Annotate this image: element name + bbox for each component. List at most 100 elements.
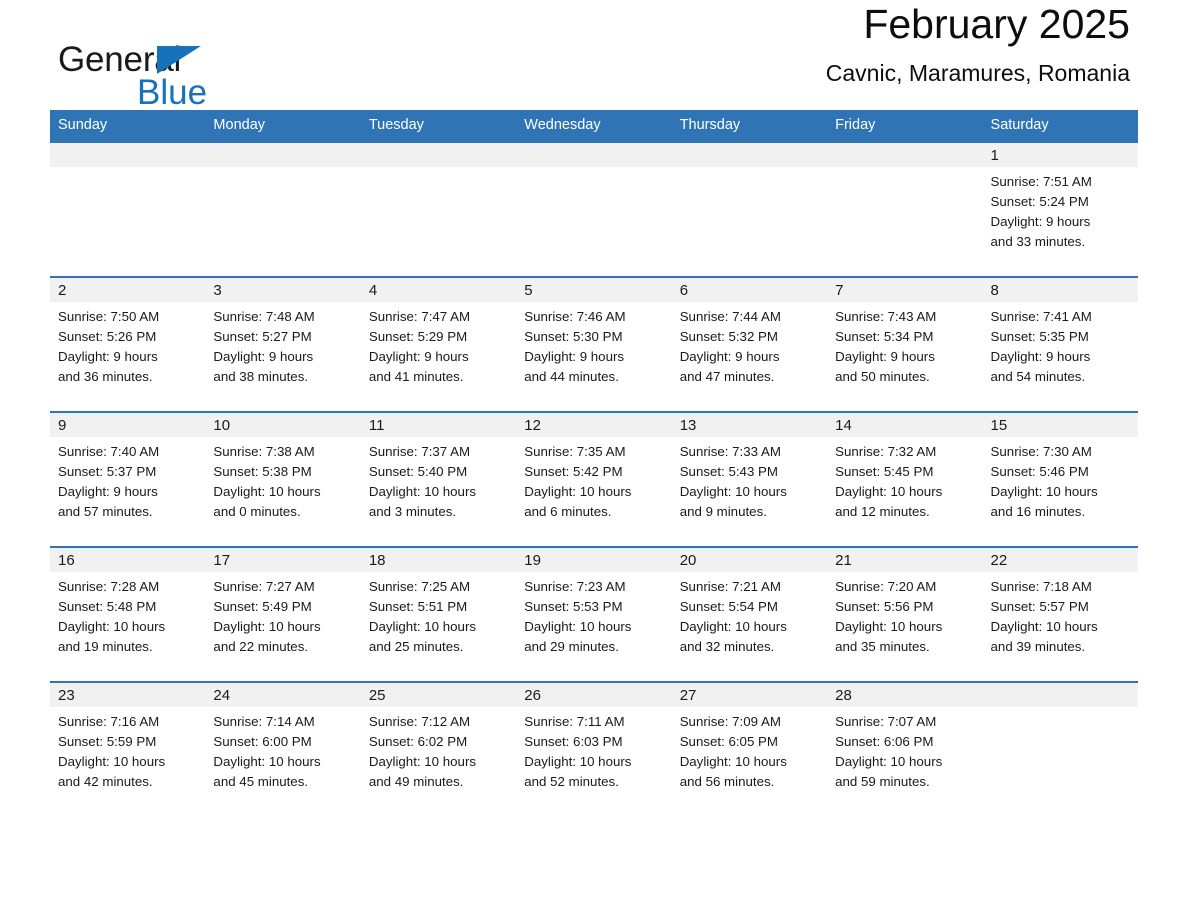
- sunset-text: Sunset: 6:02 PM: [368, 734, 468, 749]
- calendar-day-cell[interactable]: 10 Sunrise: 7:38 AM Sunset: 5:38 PM Dayligh…: [205, 411, 361, 547]
- calendar-day-cell[interactable]: 11 Sunrise: 7:37 AM Sunset: 5:40 PM Dayligh…: [360, 411, 517, 547]
- day-details: Sunrise: 7:11 AM Sunset: 6:03 PM Daylight:…: [516, 707, 671, 792]
- calendar-grid: Sunday Monday Tuesday Wednesday Thursday…: [50, 110, 1138, 817]
- sunset-text: Sunset: 5:30 PM: [524, 329, 623, 344]
- day-number: [205, 143, 361, 167]
- day-details: Sunrise: 7:21 AM Sunset: 5:54 PM Daylight:…: [672, 572, 827, 657]
- day-details: Sunrise: 7:46 AM Sunset: 5:30 PM Daylight:…: [516, 302, 671, 387]
- calendar-day-cell[interactable]: 2 Sunrise: 7:50 AM Sunset: 5:26 PM Daylight…: [50, 276, 206, 412]
- daylight-line2-text: and 38 minutes.: [213, 369, 309, 384]
- day-details: Sunrise: 7:41 AM Sunset: 5:35 PM Daylight:…: [983, 302, 1138, 387]
- calendar-day-cell[interactable]: 9 Sunrise: 7:40 AM Sunset: 5:37 PM Daylight…: [50, 411, 206, 547]
- sunset-text: Sunset: 5:29 PM: [368, 329, 468, 344]
- sunrise-text: Sunrise: 7:41 AM: [990, 309, 1092, 324]
- day-number: 20: [671, 548, 828, 572]
- calendar-day-cell[interactable]: 20 Sunrise: 7:21 AM Sunset: 5:54 PM Dayligh…: [671, 546, 828, 682]
- sunrise-text: Sunrise: 7:33 AM: [679, 444, 781, 459]
- day-details: Sunrise: 7:43 AM Sunset: 5:34 PM Daylight:…: [827, 302, 982, 387]
- calendar-day-cell[interactable]: 21 Sunrise: 7:20 AM Sunset: 5:56 PM Dayligh…: [827, 546, 983, 682]
- day-number: 7: [827, 278, 983, 302]
- day-details: Sunrise: 7:25 AM Sunset: 5:51 PM Daylight:…: [361, 572, 516, 657]
- daylight-line2-text: and 19 minutes.: [58, 639, 153, 654]
- day-number: 26: [516, 683, 672, 707]
- day-details: Sunrise: 7:18 AM Sunset: 5:57 PM Daylight:…: [983, 572, 1138, 657]
- daylight-line2-text: and 44 minutes.: [524, 369, 619, 384]
- day-number: 18: [360, 548, 517, 572]
- sunset-text: Sunset: 5:35 PM: [990, 329, 1089, 344]
- daylight-line1-text: Daylight: 9 hours: [990, 349, 1091, 364]
- daylight-line2-text: and 57 minutes.: [58, 504, 153, 519]
- calendar-day-cell[interactable]: 23 Sunrise: 7:16 AM Sunset: 5:59 PM Dayligh…: [50, 681, 206, 817]
- calendar-day-cell[interactable]: 14 Sunrise: 7:32 AM Sunset: 5:45 PM Dayligh…: [827, 411, 983, 547]
- sunset-text: Sunset: 5:51 PM: [368, 599, 468, 614]
- calendar-day-cell[interactable]: 16 Sunrise: 7:28 AM Sunset: 5:48 PM Dayligh…: [50, 546, 206, 682]
- sunrise-text: Sunrise: 7:21 AM: [679, 579, 781, 594]
- calendar-week-row: 2 Sunrise: 7:50 AM Sunset: 5:26 PM Daylight…: [50, 276, 1138, 412]
- calendar-day-cell[interactable]: 17 Sunrise: 7:27 AM Sunset: 5:49 PM Dayligh…: [205, 546, 361, 682]
- day-number: 22: [982, 548, 1138, 572]
- calendar-day-cell[interactable]: 3 Sunrise: 7:48 AM Sunset: 5:27 PM Daylight…: [205, 276, 361, 412]
- sunset-text: Sunset: 5:57 PM: [990, 599, 1089, 614]
- page-header: General Blue February 2025 Cavnic, Maram…: [50, 0, 1138, 110]
- day-cell: 20 Sunrise: 7:21 AM Sunset: 5:54 PM Dayligh…: [671, 548, 828, 681]
- day-number: [671, 143, 828, 167]
- calendar-day-cell: [827, 141, 983, 277]
- calendar-day-cell[interactable]: 18 Sunrise: 7:25 AM Sunset: 5:51 PM Dayligh…: [360, 546, 517, 682]
- daylight-line2-text: and 54 minutes.: [990, 369, 1086, 384]
- day-number: 12: [516, 413, 672, 437]
- empty-day-cell: [50, 143, 206, 276]
- day-cell: 4 Sunrise: 7:47 AM Sunset: 5:29 PM Daylight…: [360, 278, 517, 411]
- page-subtitle: Cavnic, Maramures, Romania: [825, 60, 1130, 86]
- day-cell: 2 Sunrise: 7:50 AM Sunset: 5:26 PM Daylight…: [50, 278, 206, 411]
- page-title: February 2025: [863, 1, 1130, 47]
- calendar-day-cell[interactable]: 6 Sunrise: 7:44 AM Sunset: 5:32 PM Daylight…: [671, 276, 828, 412]
- daylight-line2-text: and 22 minutes.: [213, 639, 309, 654]
- daylight-line1-text: Daylight: 10 hours: [990, 484, 1098, 499]
- calendar-day-cell[interactable]: 26 Sunrise: 7:11 AM Sunset: 6:03 PM Dayligh…: [516, 681, 672, 817]
- sunrise-text: Sunrise: 7:07 AM: [835, 714, 937, 729]
- calendar-day-cell[interactable]: 13 Sunrise: 7:33 AM Sunset: 5:43 PM Dayligh…: [671, 411, 828, 547]
- brand-name-general: General: [58, 40, 182, 79]
- calendar-day-cell: [982, 681, 1138, 817]
- calendar-day-cell: [671, 141, 828, 277]
- sunset-text: Sunset: 5:24 PM: [990, 194, 1089, 209]
- daylight-line1-text: Daylight: 9 hours: [58, 484, 158, 499]
- sunrise-text: Sunrise: 7:51 AM: [990, 174, 1092, 189]
- calendar-day-cell[interactable]: 19 Sunrise: 7:23 AM Sunset: 5:53 PM Dayligh…: [516, 546, 672, 682]
- day-cell: 27 Sunrise: 7:09 AM Sunset: 6:05 PM Dayligh…: [671, 683, 828, 817]
- calendar-day-cell[interactable]: 12 Sunrise: 7:35 AM Sunset: 5:42 PM Dayligh…: [516, 411, 672, 547]
- day-cell: 24 Sunrise: 7:14 AM Sunset: 6:00 PM Dayligh…: [205, 683, 361, 817]
- calendar-day-cell[interactable]: 5 Sunrise: 7:46 AM Sunset: 5:30 PM Daylight…: [516, 276, 672, 412]
- calendar-day-cell[interactable]: 15 Sunrise: 7:30 AM Sunset: 5:46 PM Dayligh…: [982, 411, 1138, 547]
- calendar-header-row: Sunday Monday Tuesday Wednesday Thursday…: [50, 110, 1138, 142]
- daylight-line2-text: and 16 minutes.: [990, 504, 1086, 519]
- day-number: 9: [50, 413, 206, 437]
- calendar-day-cell[interactable]: 8 Sunrise: 7:41 AM Sunset: 5:35 PM Daylight…: [982, 276, 1138, 412]
- calendar-day-cell[interactable]: 4 Sunrise: 7:47 AM Sunset: 5:29 PM Daylight…: [360, 276, 517, 412]
- calendar-day-cell[interactable]: 24 Sunrise: 7:14 AM Sunset: 6:00 PM Dayligh…: [205, 681, 361, 817]
- day-number: 28: [827, 683, 983, 707]
- day-cell: 26 Sunrise: 7:11 AM Sunset: 6:03 PM Dayligh…: [516, 683, 672, 817]
- day-cell: 6 Sunrise: 7:44 AM Sunset: 5:32 PM Daylight…: [671, 278, 828, 411]
- calendar-day-cell[interactable]: 1 Sunrise: 7:51 AM Sunset: 5:24 PM Daylight…: [982, 141, 1138, 277]
- day-cell: 1 Sunrise: 7:51 AM Sunset: 5:24 PM Daylight…: [982, 143, 1138, 276]
- day-cell: 22 Sunrise: 7:18 AM Sunset: 5:57 PM Dayligh…: [982, 548, 1138, 681]
- daylight-line1-text: Daylight: 10 hours: [58, 754, 166, 769]
- daylight-line1-text: Daylight: 10 hours: [213, 484, 321, 499]
- calendar-day-cell[interactable]: 7 Sunrise: 7:43 AM Sunset: 5:34 PM Daylight…: [827, 276, 983, 412]
- day-number: 6: [671, 278, 828, 302]
- day-details: Sunrise: 7:33 AM Sunset: 5:43 PM Daylight:…: [672, 437, 827, 522]
- sunrise-text: Sunrise: 7:46 AM: [524, 309, 626, 324]
- day-number: 4: [360, 278, 517, 302]
- sunset-text: Sunset: 5:40 PM: [368, 464, 468, 479]
- calendar-day-cell[interactable]: 28 Sunrise: 7:07 AM Sunset: 6:06 PM Dayligh…: [827, 681, 983, 817]
- calendar-day-cell[interactable]: 25 Sunrise: 7:12 AM Sunset: 6:02 PM Dayligh…: [360, 681, 517, 817]
- calendar-day-cell[interactable]: 22 Sunrise: 7:18 AM Sunset: 5:57 PM Dayligh…: [982, 546, 1138, 682]
- sunset-text: Sunset: 5:38 PM: [213, 464, 312, 479]
- daylight-line2-text: and 42 minutes.: [58, 774, 153, 789]
- sunset-text: Sunset: 6:03 PM: [524, 734, 623, 749]
- daylight-line2-text: and 6 minutes.: [524, 504, 612, 519]
- sunset-text: Sunset: 5:48 PM: [58, 599, 157, 614]
- calendar-day-cell[interactable]: 27 Sunrise: 7:09 AM Sunset: 6:05 PM Dayligh…: [671, 681, 828, 817]
- day-number: 11: [360, 413, 517, 437]
